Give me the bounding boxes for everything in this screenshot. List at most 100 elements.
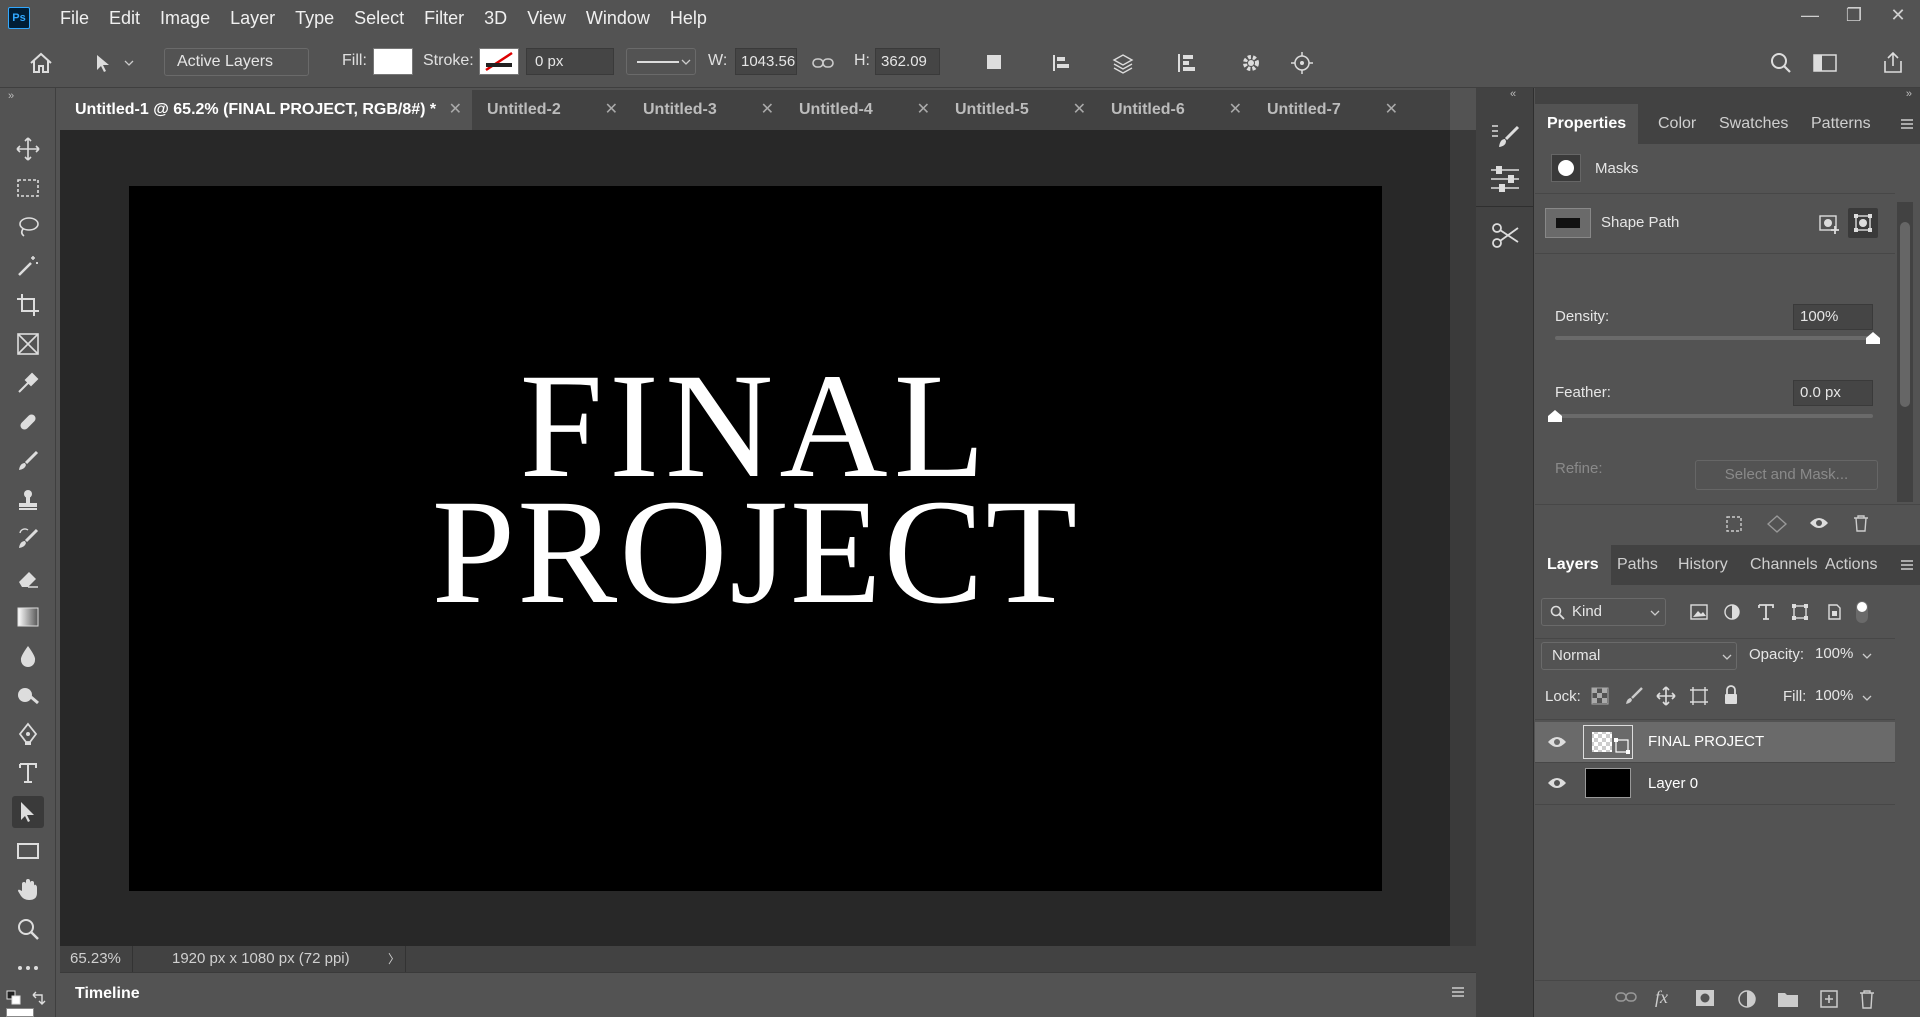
fill-swatch[interactable]	[373, 48, 413, 75]
close-icon[interactable]: ✕	[1385, 90, 1398, 130]
crop-tool-icon[interactable]	[12, 289, 44, 321]
timeline-tab[interactable]: Timeline	[60, 973, 144, 1017]
close-icon[interactable]: ✕	[917, 90, 930, 130]
fill-input[interactable]: 100%	[1809, 684, 1855, 710]
home-icon[interactable]	[28, 50, 54, 76]
expand-panels-icon[interactable]: »	[1906, 88, 1912, 100]
rectangle-tool-icon[interactable]	[12, 835, 44, 867]
minimize-button[interactable]: —	[1788, 0, 1832, 30]
stroke-type-dropdown[interactable]	[626, 48, 696, 75]
tab-history[interactable]: History	[1666, 545, 1740, 585]
feather-slider-handle[interactable]	[1548, 410, 1562, 422]
width-input[interactable]: 1043.56	[735, 48, 797, 75]
path-alignment-icon[interactable]	[1048, 50, 1074, 76]
document-canvas[interactable]: FINAL PROJECT	[129, 186, 1382, 891]
apply-mask-icon[interactable]	[1767, 515, 1787, 533]
collapse-panels-icon[interactable]: «	[1510, 88, 1516, 100]
path-arrangement-icon[interactable]	[1110, 50, 1136, 76]
status-menu-arrow[interactable]: 〉	[388, 950, 400, 967]
lock-transparent-icon[interactable]	[1591, 687, 1609, 705]
stroke-width-input[interactable]: 0 px	[526, 48, 614, 75]
close-icon[interactable]: ✕	[1229, 90, 1242, 130]
collapse-toolbar-icon[interactable]: »	[8, 90, 14, 102]
marquee-tool-icon[interactable]	[12, 172, 44, 204]
tab-untitled-3[interactable]: Untitled-3 ✕	[628, 90, 784, 130]
select-and-mask-button[interactable]: Select and Mask...	[1695, 460, 1878, 490]
chevron-down-icon[interactable]	[1862, 695, 1872, 701]
menu-filter[interactable]: Filter	[414, 0, 474, 36]
lock-artboard-icon[interactable]	[1689, 686, 1709, 706]
adjustment-layer-icon[interactable]	[1737, 989, 1757, 1009]
type-filter-icon[interactable]	[1757, 603, 1775, 621]
tab-paths[interactable]: Paths	[1605, 545, 1670, 585]
tab-swatches[interactable]: Swatches	[1707, 104, 1800, 144]
direct-selection-tool-icon[interactable]	[12, 796, 44, 828]
tab-patterns[interactable]: Patterns	[1799, 104, 1883, 144]
menu-image[interactable]: Image	[150, 0, 220, 36]
gradient-tool-icon[interactable]	[12, 601, 44, 633]
healing-brush-tool-icon[interactable]	[12, 406, 44, 438]
tab-properties[interactable]: Properties	[1535, 104, 1639, 144]
menu-3d[interactable]: 3D	[474, 0, 517, 36]
adjustment-filter-icon[interactable]	[1723, 603, 1741, 621]
panel-menu-icon[interactable]	[1901, 119, 1913, 129]
workspace-icon[interactable]	[1812, 50, 1838, 76]
eraser-tool-icon[interactable]	[12, 562, 44, 594]
history-brush-tool-icon[interactable]	[12, 523, 44, 555]
density-slider-handle[interactable]	[1866, 332, 1880, 344]
warp-icon[interactable]	[1289, 50, 1315, 76]
search-icon[interactable]	[1768, 50, 1794, 76]
eye-icon[interactable]	[1809, 515, 1829, 531]
load-selection-icon[interactable]	[1725, 515, 1743, 533]
magic-wand-tool-icon[interactable]	[12, 250, 44, 282]
layer-row-layer-0[interactable]: Layer 0	[1535, 763, 1895, 803]
smart-object-filter-icon[interactable]	[1825, 603, 1843, 621]
zoom-level[interactable]: 65.23%	[70, 950, 121, 967]
new-layer-icon[interactable]	[1819, 989, 1839, 1009]
clone-stamp-tool-icon[interactable]	[12, 484, 44, 516]
panel-menu-icon[interactable]	[1901, 560, 1913, 570]
lock-image-icon[interactable]	[1624, 686, 1644, 706]
visibility-eye-icon[interactable]	[1547, 775, 1567, 791]
tab-layers[interactable]: Layers	[1535, 545, 1611, 585]
add-vector-mask-icon[interactable]	[1848, 208, 1878, 238]
gear-icon[interactable]	[1238, 50, 1264, 76]
path-operations-icon[interactable]	[982, 50, 1008, 76]
adjustments-icon[interactable]	[1488, 164, 1522, 194]
tab-actions[interactable]: Actions	[1813, 545, 1889, 585]
tab-untitled-6[interactable]: Untitled-6 ✕	[1096, 90, 1252, 130]
menu-select[interactable]: Select	[344, 0, 414, 36]
height-input[interactable]: 362.09 p	[875, 48, 940, 75]
filter-toggle[interactable]	[1856, 601, 1868, 623]
brush-settings-icon[interactable]	[1488, 122, 1522, 152]
chevron-down-icon[interactable]	[1862, 653, 1872, 659]
menu-file[interactable]: File	[50, 0, 99, 36]
tool-preset-chevron-icon[interactable]	[122, 50, 136, 76]
trash-icon[interactable]	[1853, 514, 1869, 532]
close-button[interactable]: ✕	[1876, 0, 1920, 30]
opacity-input[interactable]: 100%	[1809, 642, 1855, 668]
zoom-tool-icon[interactable]	[12, 913, 44, 945]
lock-all-icon[interactable]	[1723, 685, 1739, 705]
dodge-tool-icon[interactable]	[12, 679, 44, 711]
add-pixel-mask-icon[interactable]	[1818, 212, 1842, 236]
layer-style-fx-icon[interactable]: fx	[1655, 987, 1668, 1008]
foreground-color-swatch[interactable]	[6, 1008, 34, 1017]
menu-help[interactable]: Help	[660, 0, 717, 36]
add-mask-icon[interactable]	[1695, 989, 1715, 1007]
vertical-scrollbar[interactable]	[1450, 130, 1476, 948]
tab-untitled-2[interactable]: Untitled-2 ✕	[472, 90, 628, 130]
blur-tool-icon[interactable]	[12, 640, 44, 672]
blend-mode-dropdown[interactable]: Normal	[1541, 642, 1737, 670]
tab-untitled-4[interactable]: Untitled-4 ✕	[784, 90, 940, 130]
properties-scrollbar[interactable]	[1897, 202, 1913, 502]
shape-filter-icon[interactable]	[1791, 603, 1809, 621]
layer-filter-dropdown[interactable]: Kind	[1541, 598, 1666, 626]
link-icon[interactable]	[810, 50, 836, 76]
eyedropper-tool-icon[interactable]	[12, 367, 44, 399]
density-slider[interactable]	[1555, 332, 1880, 344]
feather-input[interactable]: 0.0 px	[1793, 380, 1873, 406]
move-tool-icon[interactable]	[12, 133, 44, 165]
menu-window[interactable]: Window	[576, 0, 660, 36]
default-colors-icon[interactable]	[6, 990, 22, 1006]
